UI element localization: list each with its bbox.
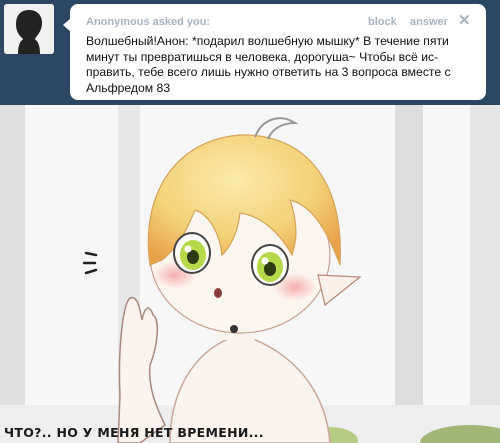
eye-right bbox=[251, 244, 289, 286]
raised-hand bbox=[117, 296, 166, 443]
close-icon[interactable]: ✕ bbox=[458, 11, 471, 29]
chibi-boy-drawing bbox=[0, 105, 500, 443]
surprise-marks bbox=[82, 251, 98, 275]
anonymous-avatar bbox=[4, 4, 54, 54]
elf-ear bbox=[317, 274, 362, 307]
illustration: ЧТО?.. НО У МЕНЯ НЕТ ВРЕМЕНИ... bbox=[0, 105, 500, 443]
block-link[interactable]: block bbox=[368, 16, 397, 28]
ask-box: Anonymous asked you: block answer ✕ Волш… bbox=[0, 0, 500, 105]
caption-text: ЧТО?.. НО У МЕНЯ НЕТ ВРЕМЕНИ... bbox=[4, 425, 264, 440]
collar-charm bbox=[230, 325, 238, 333]
mouth bbox=[214, 288, 222, 298]
anonymous-silhouette-icon bbox=[4, 4, 54, 54]
answer-link[interactable]: answer bbox=[410, 16, 448, 28]
background-pillar-right bbox=[395, 105, 423, 425]
asker-label: Anonymous asked you: bbox=[86, 16, 211, 28]
eye-left bbox=[173, 232, 211, 274]
question-bubble: Anonymous asked you: block answer ✕ Волш… bbox=[70, 4, 486, 100]
background-pillar-left bbox=[0, 105, 25, 425]
question-text: Волшебный!Анон: *подарил волшебную мышку… bbox=[86, 34, 451, 95]
